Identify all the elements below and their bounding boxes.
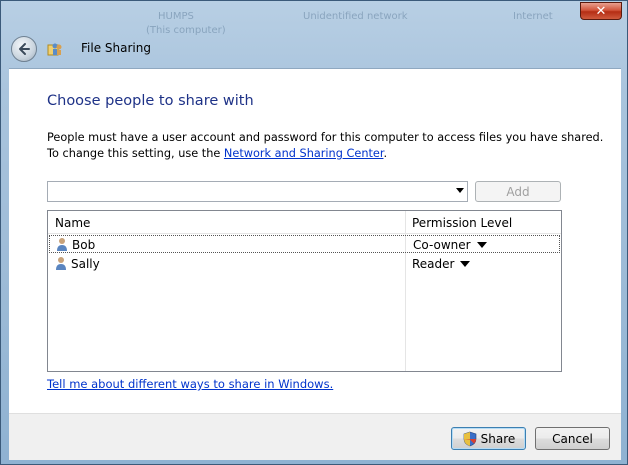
permission-dropdown[interactable]: Reader [412, 257, 471, 271]
shield-icon [463, 431, 476, 446]
list-item-bob[interactable]: Bob Co-owner [49, 235, 560, 253]
column-header-permission[interactable]: Permission Level [412, 216, 512, 230]
sharing-help-link[interactable]: Tell me about different ways to share in… [47, 377, 333, 391]
background-label: Unidentified network [303, 11, 408, 22]
background-label: Internet [513, 11, 553, 22]
dropdown-arrow-icon [460, 261, 471, 267]
permission-dropdown[interactable]: Co-owner [413, 238, 487, 252]
user-combobox[interactable] [47, 181, 468, 202]
page-heading: Choose people to share with [47, 93, 254, 109]
user-list: Name Permission Level Bob Co-owner Sally… [47, 210, 562, 372]
content-panel: Choose people to share with People must … [9, 68, 621, 414]
permission-label: Reader [412, 257, 455, 271]
background-label: HUMPS [158, 11, 194, 22]
permission-label: Co-owner [413, 238, 471, 252]
description-text: People must have a user account and pass… [47, 130, 607, 162]
user-name-input[interactable] [50, 183, 449, 202]
user-name: Sally [71, 257, 100, 271]
dropdown-arrow-icon[interactable] [456, 188, 464, 193]
list-header: Name Permission Level [48, 211, 561, 234]
list-item-sally[interactable]: Sally Reader [49, 255, 560, 273]
share-button[interactable]: Share [451, 427, 526, 450]
cancel-button[interactable]: Cancel [535, 427, 610, 450]
background-label: (This computer) [146, 25, 226, 36]
column-header-name[interactable]: Name [55, 216, 90, 230]
back-button[interactable] [11, 36, 37, 62]
close-button[interactable]: ✕ [580, 2, 622, 20]
user-icon [56, 257, 66, 270]
user-name: Bob [72, 238, 96, 252]
back-arrow-icon [19, 43, 30, 55]
user-icon [57, 238, 67, 251]
file-sharing-icon [47, 43, 62, 56]
dropdown-arrow-icon [476, 242, 487, 248]
add-button[interactable]: Add [475, 181, 561, 202]
button-bar: Share Cancel [9, 413, 621, 460]
window-title: File Sharing [81, 41, 151, 55]
description-end: . [383, 147, 388, 160]
share-button-label: Share [480, 431, 516, 446]
network-sharing-center-link[interactable]: Network and Sharing Center [224, 147, 384, 160]
window-frame: HUMPS (This computer) Unidentified netwo… [0, 0, 628, 465]
close-icon: ✕ [595, 3, 607, 19]
